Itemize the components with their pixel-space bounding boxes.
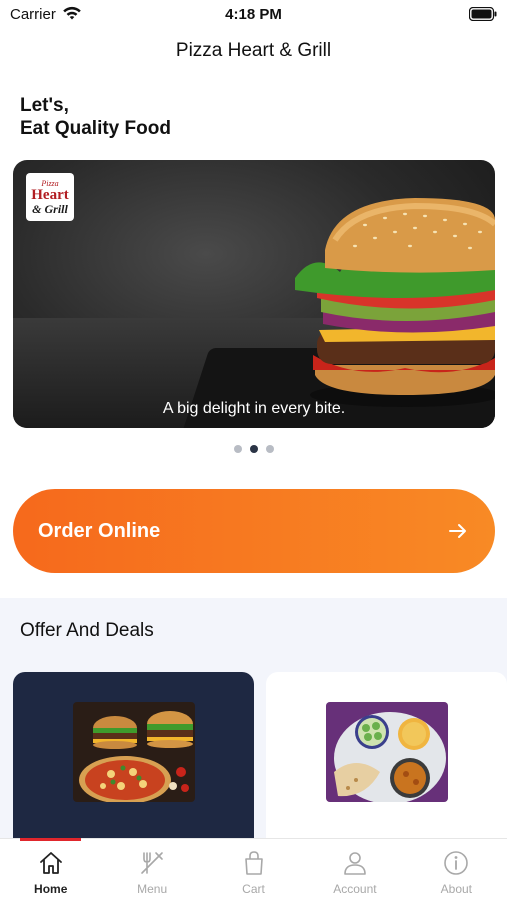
carousel-pagination[interactable] (0, 445, 507, 453)
info-icon (444, 851, 469, 875)
arrow-right-icon (449, 524, 466, 538)
pizza-burger-deal-image (73, 702, 195, 802)
status-bar: Carrier 4:18 PM (0, 0, 507, 30)
tab-account[interactable]: Account (304, 839, 405, 900)
curry-platter-deal-image (326, 702, 448, 802)
battery-icon (469, 7, 497, 21)
carousel-dot[interactable] (233, 445, 242, 453)
promo-banner[interactable]: Pizza Heart & Grill A big delight in eve… (13, 160, 495, 428)
tab-label: Account (333, 882, 377, 896)
greeting-line-1: Let's, (20, 95, 69, 116)
user-icon (344, 852, 366, 875)
tab-label: Home (34, 882, 68, 896)
carousel-dot[interactable] (265, 445, 274, 453)
tab-cart[interactable]: Cart (203, 839, 304, 900)
tab-menu[interactable]: Menu (101, 839, 202, 900)
home-icon (39, 852, 62, 874)
logo-text-grill: & Grill (32, 201, 68, 216)
tab-label: Menu (137, 882, 168, 896)
offers-section: Offer And Deals (0, 598, 507, 838)
greeting-line-2: Eat Quality Food (20, 118, 171, 139)
offer-card[interactable] (266, 672, 507, 838)
app-title: Pizza Heart & Grill (175, 40, 332, 61)
active-tab-indicator (20, 838, 82, 841)
restaurant-logo: Pizza Heart & Grill (26, 173, 74, 221)
carousel-dot-active[interactable] (249, 445, 258, 453)
shopping-bag-icon (244, 851, 263, 875)
order-online-button[interactable]: Order Online (13, 489, 495, 573)
offers-title: Offer And Deals (20, 620, 154, 641)
tab-label: About (440, 882, 472, 896)
greeting: Let's, Eat Quality Food (20, 94, 171, 140)
tab-home[interactable]: Home (0, 838, 101, 900)
banner-caption: A big delight in every bite. (162, 400, 346, 417)
fork-knife-icon (141, 852, 163, 874)
bottom-tab-bar: Home Menu Cart Account About (0, 838, 507, 900)
status-time: 4:18 PM (225, 6, 282, 23)
logo-text-heart: Heart (31, 186, 69, 203)
offer-card[interactable] (13, 672, 254, 838)
order-online-label: Order Online (38, 519, 161, 542)
tab-label: Cart (242, 882, 265, 896)
tab-about[interactable]: About (406, 839, 507, 900)
burger-image (295, 198, 495, 407)
